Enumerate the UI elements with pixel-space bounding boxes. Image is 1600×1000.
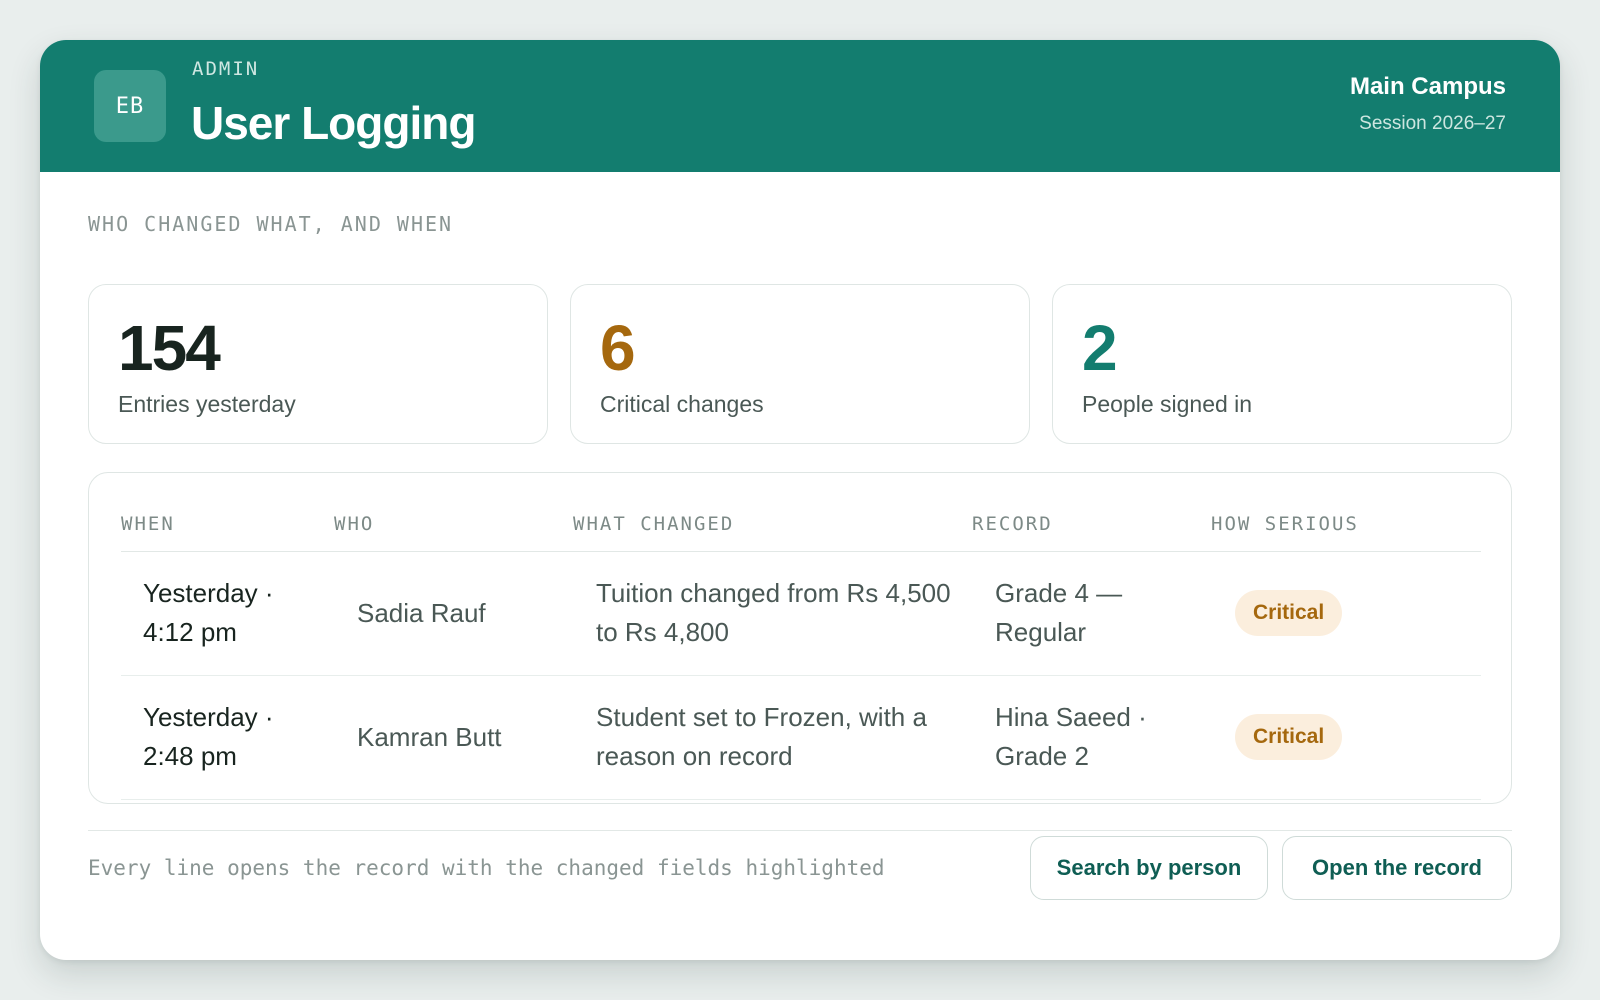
search-by-person-button[interactable]: Search by person	[1030, 836, 1268, 900]
campus-name: Main Campus	[1349, 73, 1506, 100]
header-eyebrow: ADMIN	[192, 58, 260, 80]
log-table: WHEN WHO WHAT CHANGED RECORD HOW SERIOUS…	[88, 472, 1512, 804]
cell-when: Yesterday · 4:12 pm	[143, 578, 274, 647]
stat-card-signed-in: 2 People signed in	[1052, 284, 1512, 444]
stat-label: People signed in	[1082, 391, 1253, 417]
user-logging-card: EB ADMIN User Logging Main Campus Sessio…	[40, 40, 1560, 960]
stat-card-critical: 6 Critical changes	[570, 284, 1030, 444]
cell-when: Yesterday · 2:48 pm	[143, 702, 274, 771]
table-row[interactable]: Yesterday · 4:12 pm Sadia Rauf Tuition c…	[121, 552, 1481, 676]
session-label: Session 2026–27	[1359, 113, 1506, 134]
app-header: EB ADMIN User Logging Main Campus Sessio…	[40, 40, 1560, 172]
section-label: WHO CHANGED WHAT, AND WHEN	[88, 212, 454, 236]
footer-divider	[88, 830, 1512, 831]
cell-who: Sadia Rauf	[357, 598, 486, 628]
severity-badge: Critical	[1235, 590, 1343, 636]
column-header-who: WHO	[334, 513, 375, 535]
stat-label: Entries yesterday	[118, 391, 296, 417]
cell-record: Grade 4 — Regular	[995, 578, 1123, 647]
cell-record: Hina Saeed · Grade 2	[995, 702, 1147, 771]
stat-value: 2	[1082, 312, 1118, 384]
column-header-how-serious: HOW SERIOUS	[1211, 513, 1359, 535]
stat-card-entries: 154 Entries yesterday	[88, 284, 548, 444]
page-title: User Logging	[191, 97, 476, 149]
stat-value: 6	[600, 312, 636, 384]
cell-what-changed: Tuition changed from Rs 4,500 to Rs 4,80…	[596, 578, 951, 647]
stat-value: 154	[118, 312, 221, 384]
open-record-button[interactable]: Open the record	[1282, 836, 1512, 900]
table-row[interactable]: Yesterday · 2:48 pm Kamran Butt Student …	[121, 676, 1481, 800]
severity-badge: Critical	[1235, 714, 1343, 760]
avatar[interactable]: EB	[94, 70, 166, 142]
column-header-when: WHEN	[121, 513, 175, 535]
column-header-record: RECORD	[972, 513, 1053, 535]
cell-what-changed: Student set to Frozen, with a reason on …	[596, 702, 927, 771]
column-header-what-changed: WHAT CHANGED	[573, 513, 735, 535]
cell-who: Kamran Butt	[357, 722, 502, 752]
footer-note: Every line opens the record with the cha…	[88, 856, 885, 880]
stat-label: Critical changes	[600, 391, 764, 417]
